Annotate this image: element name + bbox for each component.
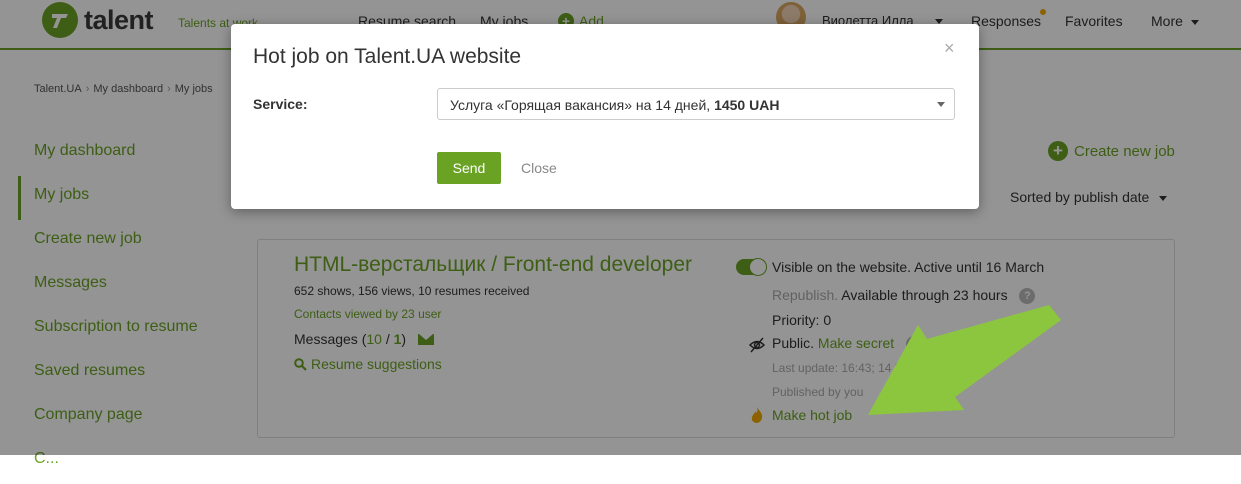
close-icon[interactable]: ×: [944, 38, 955, 59]
send-button[interactable]: Send: [437, 152, 501, 184]
hot-job-modal: Hot job on Talent.UA website × Service: …: [231, 24, 979, 209]
service-price: 1450 UAH: [714, 97, 780, 113]
service-select[interactable]: Услуга «Горящая вакансия» на 14 дней, 14…: [437, 88, 955, 120]
close-button[interactable]: Close: [521, 160, 557, 176]
modal-title: Hot job on Talent.UA website: [253, 45, 522, 68]
service-label: Service:: [253, 96, 308, 112]
service-value: Услуга «Горящая вакансия» на 14 дней,: [450, 97, 711, 113]
chevron-down-icon: [937, 102, 945, 107]
